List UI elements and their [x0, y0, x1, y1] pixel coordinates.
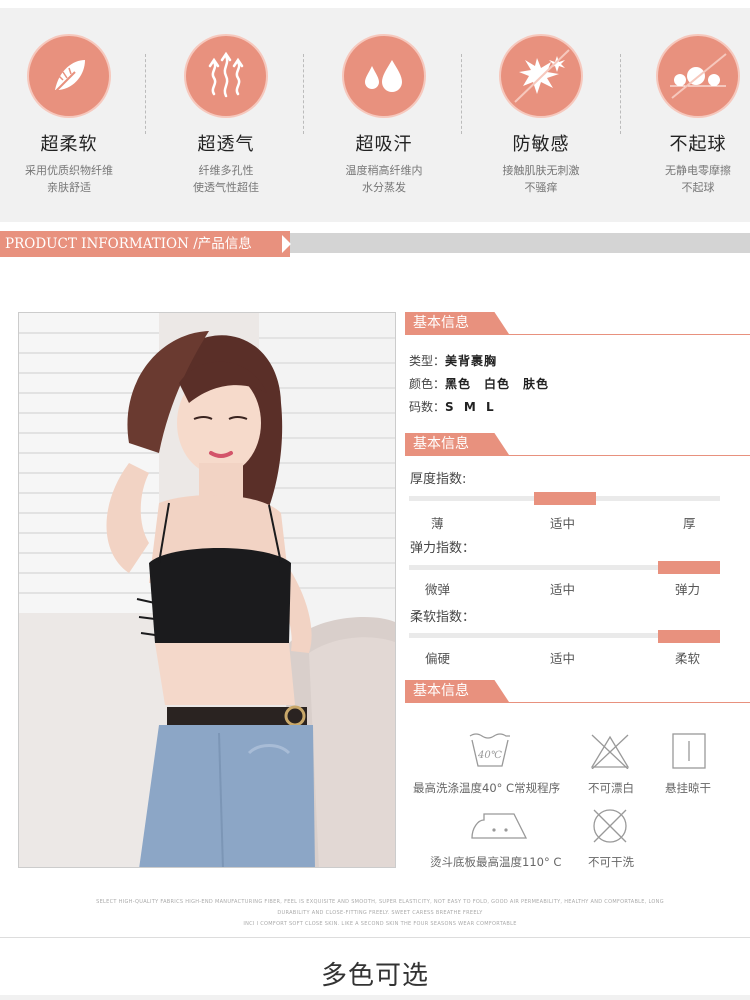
- basic-info-header: 基本信息: [405, 312, 750, 335]
- feature-title: 防敏感: [512, 134, 570, 155]
- feature-title: 超柔软: [40, 134, 98, 155]
- thickness-tick: 薄: [431, 516, 444, 531]
- feature-desc: 接触肌肤无刺激 不骚痒: [502, 164, 580, 194]
- feature-soft: 超柔软 采用优质织物纤维 亲肤舒适: [0, 36, 144, 196]
- elasticity-tick: 微弹: [425, 582, 451, 597]
- feature-desc: 无静电零摩擦 不起球: [665, 164, 731, 194]
- feature-no-pilling: 不起球 无静电零摩擦 不起球: [623, 36, 750, 196]
- care-label: 悬挂晾干: [665, 781, 711, 795]
- care-label: 不可干洗: [588, 855, 634, 869]
- elasticity-index-title: 弹力指数：: [410, 541, 476, 556]
- feature-title: 超透气: [197, 134, 255, 155]
- no-bleach-icon: [590, 733, 630, 773]
- thickness-tick: 适中: [550, 516, 576, 531]
- elasticity-marker: [658, 561, 720, 574]
- feature-absorbent: 超吸汗 温度稍高纤维内 水分蒸发: [309, 36, 459, 196]
- elasticity-tick: 适中: [550, 582, 576, 597]
- arrow-right-icon: [282, 235, 291, 253]
- iron-icon: [470, 808, 530, 846]
- index-header: 基本信息: [405, 433, 750, 456]
- softness-index-title: 柔软指数：: [410, 610, 476, 625]
- care-header: 基本信息: [405, 680, 750, 703]
- feature-desc: 纤维多孔性 使透气性超佳: [193, 164, 259, 194]
- care-label: 最高洗涤温度40° C常规程序: [413, 781, 561, 795]
- softness-tick: 适中: [550, 651, 576, 666]
- info-colors: 颜色：黑色 白色 肤色: [409, 377, 550, 391]
- water-drops-icon: [344, 36, 424, 116]
- feature-title: 超吸汗: [355, 134, 413, 155]
- softness-tick: 柔软: [675, 651, 701, 666]
- no-dry-clean-icon: [590, 806, 630, 850]
- elasticity-tick: 弹力: [675, 582, 701, 597]
- info-sizes: 码数：S M L: [409, 400, 497, 414]
- feature-anti-allergy: 防敏感 接触肌肤无刺激 不骚痒: [466, 36, 616, 196]
- thickness-tick: 厚: [683, 516, 696, 531]
- english-tagline: INCI I COMFORT SOFT CLOSE SKIN. LIKE A S…: [243, 921, 517, 927]
- feature-desc: 采用优质织物纤维 亲肤舒适: [25, 164, 113, 194]
- softness-marker: [658, 630, 720, 643]
- airflow-icon: [186, 36, 266, 116]
- no-irritation-icon: [501, 36, 581, 116]
- care-label: 不可漂白: [588, 781, 634, 795]
- softness-tick: 偏硬: [425, 651, 451, 666]
- thickness-marker: [533, 492, 596, 505]
- no-pilling-icon: [658, 36, 738, 116]
- thickness-index-title: 厚度指数:: [410, 472, 467, 487]
- product-info-title: PRODUCT INFORMATION /产品信息: [0, 231, 290, 257]
- wash-tub-icon: 40℃: [468, 732, 512, 772]
- feather-icon: [29, 36, 109, 116]
- feature-desc: 温度稍高纤维内 水分蒸发: [345, 164, 423, 194]
- feature-title: 不起球: [669, 134, 727, 155]
- svg-text:40℃: 40℃: [477, 750, 502, 761]
- product-photo: [18, 312, 396, 868]
- english-tagline: DURABILITY AND CLOSE-FITTING FREELY. SWE…: [277, 910, 483, 916]
- footer-divider: [0, 937, 750, 938]
- care-label: 烫斗底板最高温度110° C: [430, 855, 562, 869]
- feature-breathable: 超透气 纤维多孔性 使透气性超佳: [151, 36, 301, 196]
- info-type: 类型：美背裹胸: [409, 354, 498, 368]
- multi-color-title: 多色可选: [320, 961, 429, 991]
- english-tagline: SELECT HIGH-QUALITY FABRICS HIGH-END MAN…: [96, 899, 664, 905]
- hang-dry-icon: [672, 733, 706, 773]
